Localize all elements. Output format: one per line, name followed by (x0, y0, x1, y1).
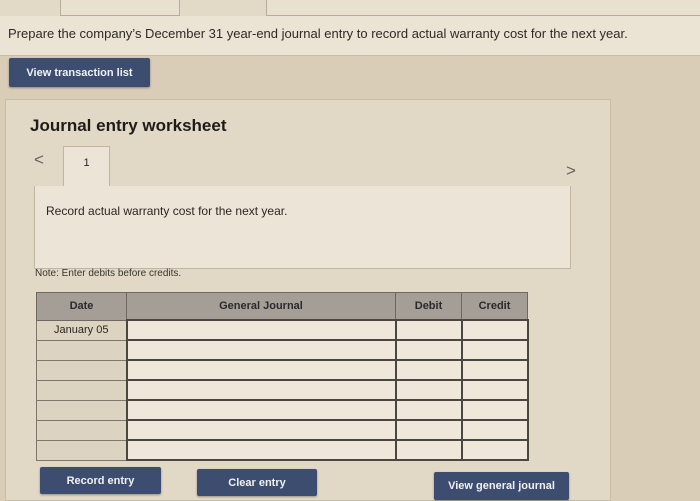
table-row (36, 419, 529, 441)
entry-note: Note: Enter debits before credits. (35, 268, 182, 279)
credit-cell[interactable] (460, 379, 529, 401)
date-cell[interactable] (36, 339, 127, 361)
date-cell[interactable] (36, 419, 127, 441)
table-row (36, 339, 529, 361)
debit-cell[interactable] (394, 439, 463, 461)
worksheet-title: Journal entry worksheet (30, 116, 227, 135)
top-field-left (60, 0, 180, 16)
credit-cell[interactable] (460, 439, 529, 461)
debit-cell[interactable] (394, 379, 463, 401)
account-cell[interactable] (125, 439, 397, 461)
journal-entry-table: Date General Journal Debit Credit Januar… (36, 292, 529, 461)
credit-cell[interactable] (460, 419, 529, 441)
table-row (36, 399, 529, 421)
top-field-right (266, 0, 700, 16)
chevron-right-icon[interactable]: > (566, 161, 576, 181)
debit-cell[interactable] (394, 359, 463, 381)
table-row: January 05 (36, 319, 529, 341)
credit-cell[interactable] (460, 359, 529, 381)
account-cell[interactable] (125, 379, 397, 401)
credit-cell[interactable] (460, 319, 529, 341)
account-cell[interactable] (125, 399, 397, 421)
view-general-journal-button[interactable]: View general journal (434, 472, 569, 500)
chevron-left-icon[interactable]: < (34, 150, 44, 170)
general-journal-column-header: General Journal (126, 292, 396, 321)
date-cell[interactable] (36, 439, 127, 461)
tab-entry-1[interactable]: 1 (63, 146, 110, 186)
date-cell[interactable] (36, 379, 127, 401)
table-row (36, 379, 529, 401)
debit-column-header: Debit (395, 292, 462, 321)
credit-column-header: Credit (461, 292, 528, 321)
entry-description: Record actual warranty cost for the next… (34, 186, 571, 269)
record-entry-button[interactable]: Record entry (40, 467, 161, 494)
date-cell[interactable] (36, 359, 127, 381)
debit-cell[interactable] (394, 399, 463, 421)
date-cell[interactable] (36, 399, 127, 421)
table-row (36, 359, 529, 381)
table-row (36, 439, 529, 461)
view-transaction-list-button[interactable]: View transaction list (9, 58, 150, 87)
account-cell[interactable] (125, 359, 397, 381)
account-cell[interactable] (125, 419, 397, 441)
credit-cell[interactable] (460, 339, 529, 361)
date-column-header: Date (36, 292, 127, 321)
question-prompt: Prepare the company’s December 31 year-e… (0, 16, 700, 56)
credit-cell[interactable] (460, 399, 529, 421)
debit-cell[interactable] (394, 419, 463, 441)
debit-cell[interactable] (394, 339, 463, 361)
account-cell[interactable] (125, 339, 397, 361)
date-cell[interactable]: January 05 (36, 319, 127, 341)
account-cell[interactable] (125, 319, 397, 341)
clear-entry-button[interactable]: Clear entry (197, 469, 317, 496)
debit-cell[interactable] (394, 319, 463, 341)
